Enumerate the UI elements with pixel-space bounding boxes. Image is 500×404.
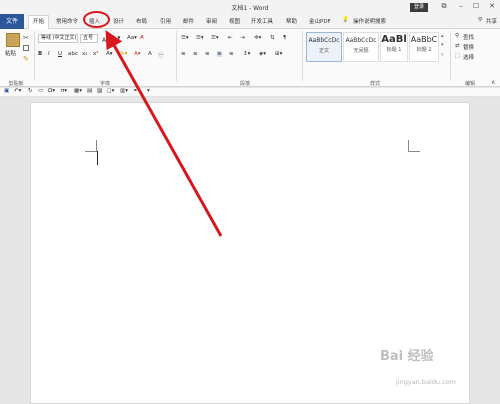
- watermark-logo: Bai 经验: [380, 349, 434, 364]
- annotation-arrow: [105, 30, 223, 237]
- watermark-url: jingyan.baidu.com: [396, 378, 456, 386]
